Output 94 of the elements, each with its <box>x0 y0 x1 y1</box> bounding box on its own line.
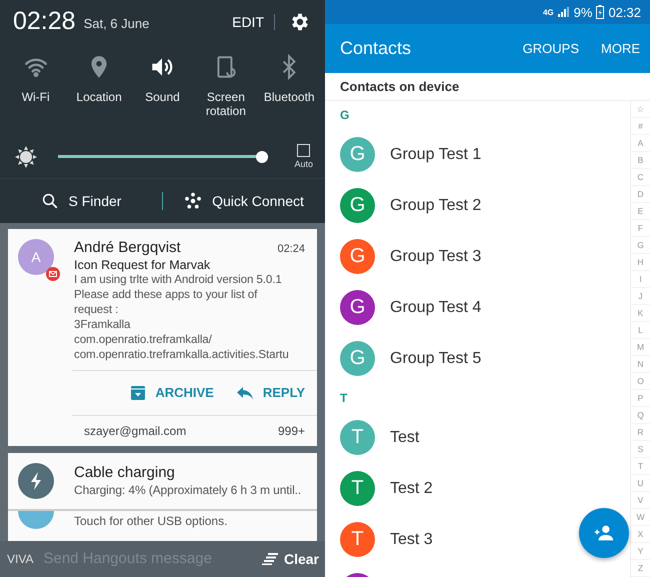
index-letter[interactable]: L <box>631 322 650 339</box>
sender-name: André Bergqvist <box>74 238 181 256</box>
contact-avatar: G <box>340 188 375 223</box>
charging-notification[interactable]: Cable charging Charging: 4% (Approximately 6 h 3 m until.. <box>8 452 317 511</box>
clear-all-icon <box>262 552 278 565</box>
account-email: szayer@gmail.com <box>84 424 186 438</box>
email-notification[interactable] <box>8 228 317 446</box>
contact-name[interactable]: Test 2 <box>390 480 433 498</box>
index-letter[interactable]: F <box>631 220 650 237</box>
battery-charging-icon <box>596 5 604 19</box>
add-contact-button[interactable] <box>579 508 629 558</box>
date-text: Sat, 6 June <box>84 16 150 32</box>
contact-name[interactable]: Group Test 2 <box>390 196 482 214</box>
contact-name[interactable]: Group Test 3 <box>390 248 482 266</box>
notification-text: Touch for other USB options. <box>74 514 228 528</box>
notification-text: Charging: 4% (Approximately 6 h 3 m until.. <box>74 483 302 498</box>
brightness-icon <box>14 144 38 169</box>
notification-title: Cable charging <box>74 464 176 482</box>
shortcut-button[interactable]: S Finder <box>0 192 162 210</box>
status-time: 02:32 <box>608 4 641 20</box>
contact-name[interactable]: Group Test 4 <box>390 298 482 316</box>
index-letter[interactable]: W <box>631 509 650 526</box>
index-letter[interactable]: S <box>631 441 650 458</box>
mail-badge-icon <box>46 266 60 281</box>
index-letter[interactable]: H <box>631 254 650 271</box>
edit-button[interactable]: EDIT <box>232 14 264 30</box>
index-letter[interactable]: O <box>631 373 650 390</box>
notification-action[interactable]: ARCHIVE <box>130 384 214 401</box>
contact-avatar: G <box>340 290 375 325</box>
index-letter[interactable]: X <box>631 526 650 543</box>
shortcut-button[interactable]: Quick Connect <box>163 192 325 210</box>
clear-button[interactable]: Clear <box>262 550 319 567</box>
contact-name[interactable]: Group Test 1 <box>390 146 482 164</box>
index-letter[interactable]: P <box>631 390 650 407</box>
contact-avatar: T <box>340 522 375 557</box>
index-letter[interactable]: Z <box>631 560 650 577</box>
contact-avatar: G <box>340 341 375 376</box>
index-letter[interactable]: J <box>631 288 650 305</box>
email-subject: Icon Request for Marvak <box>74 258 212 272</box>
quick-toggle[interactable]: Screen rotation <box>194 54 257 118</box>
brightness-slider[interactable] <box>58 150 268 163</box>
index-letter[interactable]: D <box>631 186 650 203</box>
index-letter[interactable]: C <box>631 169 650 186</box>
message-count: 999+ <box>278 424 305 438</box>
index-letter[interactable]: B <box>631 152 650 169</box>
quick-toggle[interactable]: Location <box>68 54 130 104</box>
clock-time: 02:28 <box>13 7 76 36</box>
index-letter[interactable]: V <box>631 492 650 509</box>
contact-avatar: T <box>340 471 375 506</box>
quick-toggle[interactable]: Bluetooth <box>258 54 320 104</box>
app-title: Contacts <box>340 38 412 59</box>
notification-action[interactable]: REPLY <box>236 385 305 400</box>
list-subheader: Contacts on device <box>325 73 650 101</box>
index-letter[interactable]: G <box>631 237 650 254</box>
section-letter: G <box>339 107 350 124</box>
toolbar-action[interactable]: GROUPS <box>522 41 579 56</box>
auto-checkbox[interactable]: Auto <box>294 144 313 170</box>
archive-icon <box>130 384 146 401</box>
contact-avatar: T <box>340 420 375 455</box>
avatar-circle: A <box>18 238 54 275</box>
lightning-bolt-icon <box>18 462 54 499</box>
index-letter[interactable]: A <box>631 135 650 152</box>
index-letter[interactable]: U <box>631 475 650 492</box>
notification-time: 02:24 <box>277 242 305 255</box>
contact-name[interactable]: Group Test 5 <box>390 350 482 368</box>
quick-toggle[interactable]: Wi-Fi <box>4 54 67 104</box>
contact-name[interactable]: Test 3 <box>390 530 433 548</box>
contact-avatar: G <box>340 239 375 274</box>
quick-toggle[interactable]: Sound <box>131 54 194 104</box>
index-letter[interactable]: ☆ <box>631 101 650 118</box>
toolbar-action[interactable]: MORE <box>601 41 640 56</box>
contact-name[interactable]: Test <box>390 428 420 446</box>
index-letter[interactable]: Y <box>631 543 650 560</box>
index-letter[interactable]: K <box>631 305 650 322</box>
index-letter[interactable]: N <box>631 356 650 373</box>
usb-notification[interactable]: Touch for other USB options. <box>8 510 317 541</box>
network-type: 4G <box>542 8 554 16</box>
index-letter[interactable]: Q <box>631 407 650 424</box>
reply-icon <box>236 386 254 400</box>
email-body: I am using trlte with Android version 5.0.1 Please add these apps to your list of request : 3Framkalla com.openratio.treframkalla/ com.openratio.treframkalla.activities.Startu <box>74 272 290 362</box>
contact-avatar: G <box>340 137 375 172</box>
battery-percent: 9% <box>574 4 592 20</box>
index-letter[interactable]: T <box>631 458 650 475</box>
index-letter[interactable]: M <box>631 339 650 356</box>
chat-name: VIVA <box>7 552 34 566</box>
signal-icon <box>558 7 570 17</box>
network-nodes-icon <box>184 192 202 210</box>
section-letter: T <box>339 390 348 407</box>
index-letter[interactable]: R <box>631 424 650 441</box>
usb-avatar-icon <box>18 510 54 529</box>
index-letter[interactable]: E <box>631 203 650 220</box>
search-icon <box>40 192 59 210</box>
index-letter[interactable]: # <box>631 118 650 135</box>
index-letter[interactable]: I <box>631 271 650 288</box>
